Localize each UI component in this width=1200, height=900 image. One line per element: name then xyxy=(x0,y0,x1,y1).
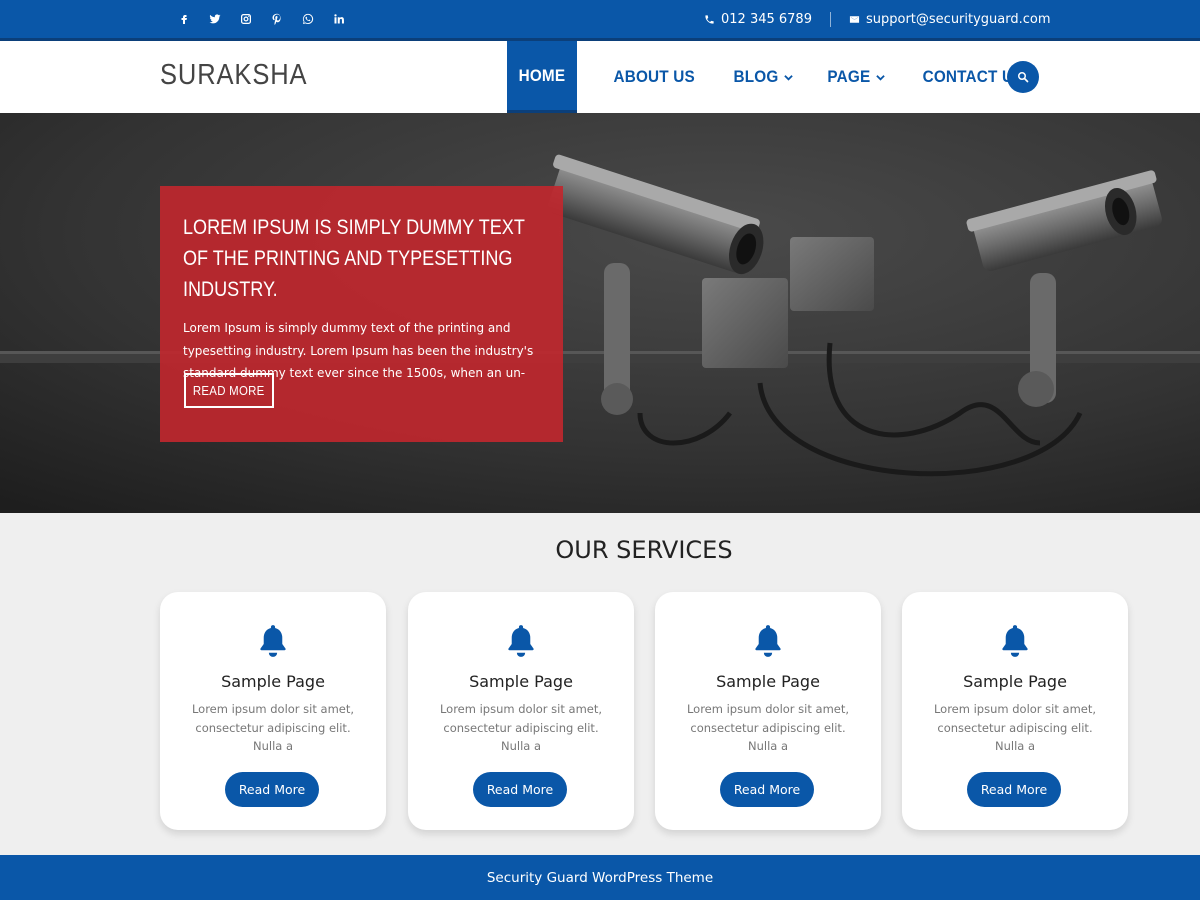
service-read-more-button[interactable]: Read More xyxy=(967,772,1061,807)
hero-title: LOREM IPSUM IS SIMPLY DUMMY TEXT OF THE … xyxy=(183,216,525,301)
site-header: SURAKSHA HOME ABOUT US BLOG PAGE CONTACT… xyxy=(0,41,1200,113)
service-title: Sample Page xyxy=(716,672,820,691)
search-icon xyxy=(1018,72,1029,83)
service-description: Lorem ipsum dolor sit amet, consectetur … xyxy=(686,702,850,753)
service-read-more-button[interactable]: Read More xyxy=(473,772,567,807)
service-title: Sample Page xyxy=(963,672,1067,691)
email-link[interactable]: support@securityguard.com xyxy=(849,12,1051,27)
phone-number: 012 345 6789 xyxy=(721,11,812,27)
twitter-icon[interactable] xyxy=(199,10,230,28)
service-read-more-button[interactable]: Read More xyxy=(720,772,814,807)
service-title: Sample Page xyxy=(221,672,325,691)
nav-item-home[interactable]: HOME xyxy=(507,41,577,113)
hero-read-more-button[interactable]: READ MORE xyxy=(184,373,274,408)
bell-icon xyxy=(1002,625,1028,657)
hero-section: LOREM IPSUM IS SIMPLY DUMMY TEXT OF THE … xyxy=(0,113,1200,513)
chevron-down-icon xyxy=(784,74,793,81)
nav-label: ABOUT US xyxy=(613,67,695,86)
bell-icon xyxy=(508,625,534,657)
service-card: Sample Page Lorem ipsum dolor sit amet, … xyxy=(902,592,1128,830)
main-nav: HOME ABOUT US BLOG PAGE CONTACT US xyxy=(507,41,1045,113)
service-card: Sample Page Lorem ipsum dolor sit amet, … xyxy=(655,592,881,830)
site-logo[interactable]: SURAKSHA xyxy=(160,59,307,92)
services-title: OUR SERVICES xyxy=(555,536,733,564)
whatsapp-icon[interactable] xyxy=(292,10,323,28)
pinterest-icon[interactable] xyxy=(261,10,292,28)
service-title: Sample Page xyxy=(469,672,573,691)
nav-item-about-us[interactable]: ABOUT US xyxy=(577,41,715,113)
phone-icon xyxy=(705,14,714,24)
service-card: Sample Page Lorem ipsum dolor sit amet, … xyxy=(160,592,386,830)
chevron-down-icon xyxy=(876,74,885,81)
contact-info: 012 345 6789 support@securityguard.com xyxy=(704,10,1051,28)
linkedin-icon[interactable] xyxy=(323,10,354,28)
nav-label: HOME xyxy=(518,65,566,85)
nav-item-page[interactable]: PAGE xyxy=(809,41,901,113)
social-links xyxy=(168,10,354,28)
footer-text[interactable]: Security Guard WordPress Theme xyxy=(487,870,713,886)
service-card: Sample Page Lorem ipsum dolor sit amet, … xyxy=(408,592,634,830)
service-description: Lorem ipsum dolor sit amet, consectetur … xyxy=(439,702,603,753)
nav-label: PAGE xyxy=(827,67,871,86)
bell-icon xyxy=(755,625,781,657)
email-address: support@securityguard.com xyxy=(865,11,1051,27)
phone-link[interactable]: 012 345 6789 xyxy=(704,12,812,27)
nav-label: BLOG xyxy=(733,67,779,86)
site-footer: Security Guard WordPress Theme xyxy=(0,855,1200,900)
divider xyxy=(829,11,831,27)
instagram-icon[interactable] xyxy=(230,10,261,28)
hero-content-box: LOREM IPSUM IS SIMPLY DUMMY TEXT OF THE … xyxy=(160,186,563,442)
service-read-more-button[interactable]: Read More xyxy=(225,772,319,807)
button-label: READ MORE xyxy=(193,383,265,398)
search-button[interactable] xyxy=(1007,61,1039,93)
top-bar: 012 345 6789 support@securityguard.com xyxy=(0,0,1200,38)
service-description: Lorem ipsum dolor sit amet, consectetur … xyxy=(933,702,1097,753)
bell-icon xyxy=(260,625,286,657)
facebook-icon[interactable] xyxy=(168,10,199,28)
service-description: Lorem ipsum dolor sit amet, consectetur … xyxy=(191,702,355,753)
envelope-icon xyxy=(849,15,860,23)
nav-item-blog[interactable]: BLOG xyxy=(715,41,809,113)
